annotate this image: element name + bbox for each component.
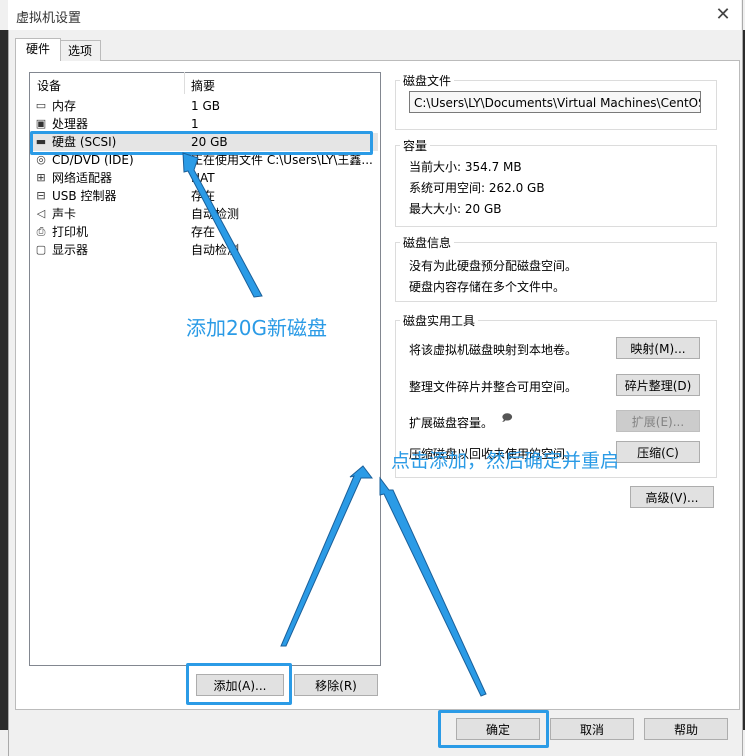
arrow-to-hard-disk	[182, 152, 263, 298]
arrow-from-add-button	[280, 465, 373, 647]
annotation-click-add: 点击添加，然后确定并重启	[391, 450, 620, 472]
annotation-arrows	[182, 152, 487, 697]
tab-hardware[interactable]: 硬件	[15, 38, 61, 61]
arrow-to-ok-button	[379, 476, 487, 697]
annotation-add-disk: 添加20G新磁盘	[186, 316, 327, 340]
